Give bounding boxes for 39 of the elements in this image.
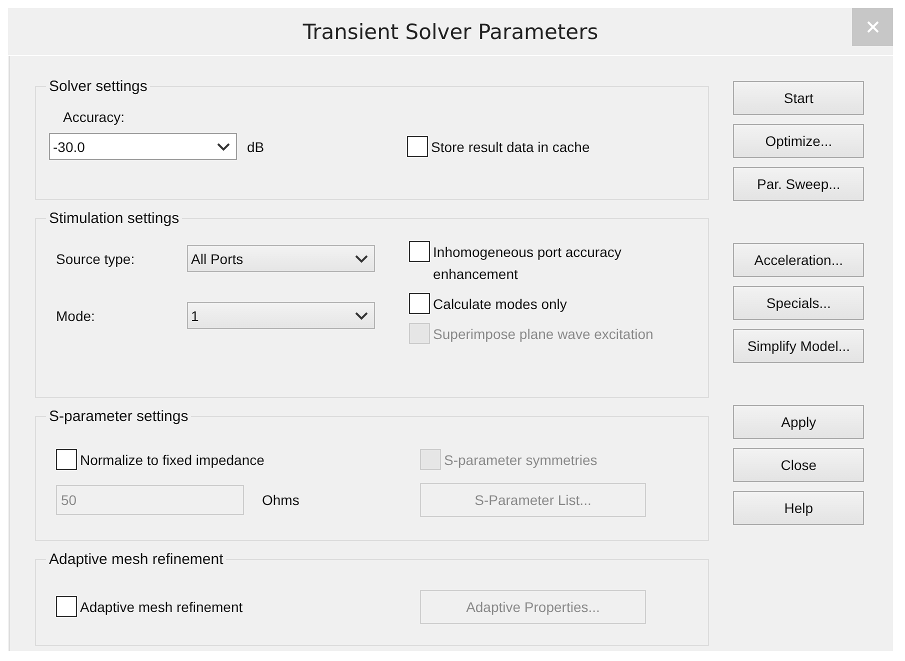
dialog-button[interactable]: Simplify Model...	[733, 329, 864, 363]
group-title: S-parameter settings	[48, 408, 190, 425]
dropdown-value: All Ports	[191, 250, 244, 266]
dropdown-value: 1	[191, 308, 199, 324]
group-title: Adaptive mesh refinement	[48, 551, 224, 568]
dialog-button[interactable]: Acceleration...	[733, 243, 864, 277]
checkbox-label[interactable]: Inhomogeneous port accuracy enhancement	[433, 241, 696, 285]
window-title: Transient Solver Parameters	[302, 20, 600, 44]
close-icon	[866, 21, 878, 33]
checkbox-label[interactable]: Store result data in cache	[431, 136, 590, 158]
unit-label: dB	[247, 138, 266, 154]
checkbox-label[interactable]: Normalize to fixed impedance	[80, 449, 264, 471]
dialog-button[interactable]: Close	[733, 448, 864, 482]
chevron-down-icon	[355, 312, 368, 320]
dialog-button[interactable]: Par. Sweep...	[733, 167, 864, 201]
dialog-button[interactable]: Optimize...	[733, 124, 864, 158]
dialog-button[interactable]: Specials...	[733, 286, 864, 320]
dropdown[interactable]: All Ports	[187, 245, 375, 272]
unit-label: Ohms	[262, 492, 300, 508]
group-title: Stimulation settings	[48, 210, 180, 227]
checkbox[interactable]	[56, 596, 77, 617]
chevron-down-icon	[355, 254, 368, 262]
field-label: Mode:	[56, 308, 96, 324]
checkbox-label[interactable]: Calculate modes only	[433, 293, 567, 315]
dialog-button[interactable]: Help	[733, 491, 864, 525]
dropdown[interactable]: 1	[187, 302, 375, 329]
group-title: Solver settings	[48, 78, 148, 95]
checkbox[interactable]	[407, 136, 428, 156]
dropdown[interactable]: -30.0	[49, 133, 237, 160]
checkbox[interactable]	[409, 241, 430, 262]
chevron-down-icon	[217, 142, 230, 150]
field-label: Accuracy:	[63, 109, 126, 125]
dialog-button[interactable]: Start	[733, 81, 864, 115]
dialog-button[interactable]: Apply	[733, 405, 864, 439]
field-label: Source type:	[56, 250, 136, 266]
checkbox-label[interactable]: Adaptive mesh refinement	[80, 596, 243, 618]
dropdown-value: -30.0	[53, 138, 85, 154]
checkbox[interactable]	[409, 293, 430, 314]
checkbox[interactable]	[56, 449, 77, 470]
